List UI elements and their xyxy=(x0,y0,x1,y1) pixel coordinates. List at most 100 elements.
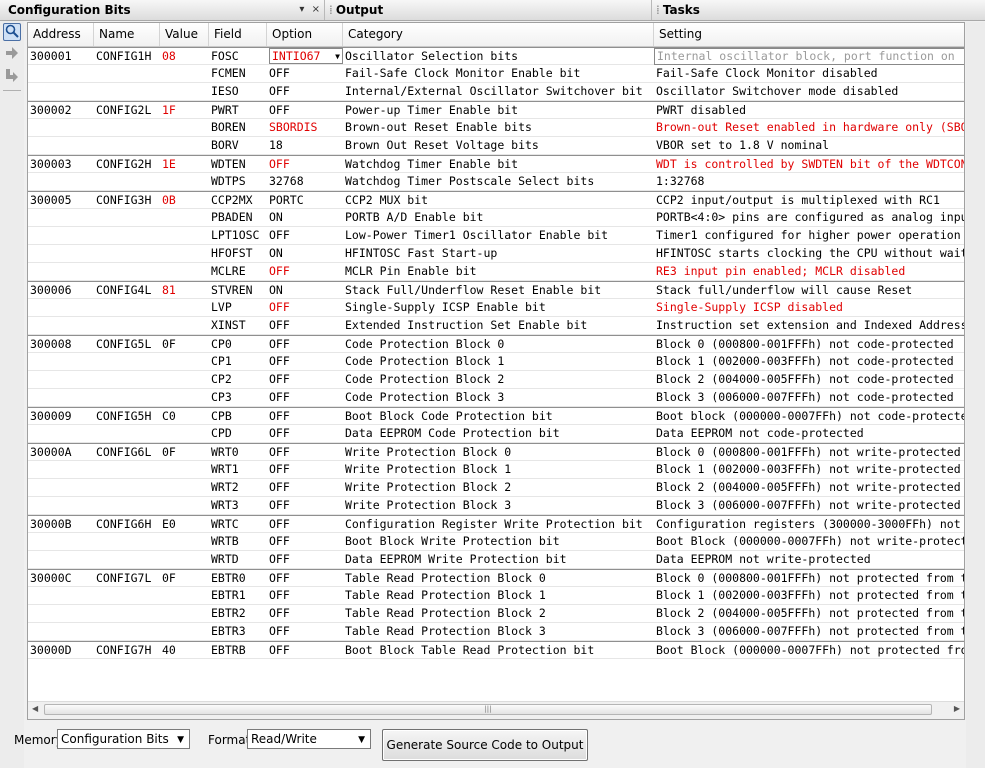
cell-option[interactable]: ON xyxy=(267,245,343,262)
cell-value[interactable] xyxy=(160,605,209,622)
table-row[interactable]: IESO OFF Internal/External Oscillator Swit… xyxy=(28,83,964,101)
table-row[interactable]: CPD OFF Data EEPROM Code Protection bit Dat… xyxy=(28,425,964,443)
cell-option[interactable]: OFF xyxy=(267,156,343,173)
table-row[interactable]: 300005 CONFIG3H 0B CCP2MX PORTC CCP2 MUX bit C… xyxy=(28,191,964,209)
cell-option[interactable]: OFF xyxy=(267,102,343,119)
cell-option[interactable]: ON xyxy=(267,209,343,226)
cell-value[interactable]: E0 xyxy=(160,516,209,533)
cell-option[interactable]: PORTC xyxy=(267,192,343,209)
cell-value[interactable] xyxy=(160,317,209,334)
cell-option[interactable]: OFF xyxy=(267,317,343,334)
cell-option[interactable]: OFF xyxy=(267,336,343,353)
cell-value[interactable]: 1F xyxy=(160,102,209,119)
cell-option[interactable]: OFF xyxy=(267,642,343,659)
column-header-option[interactable]: Option xyxy=(267,23,343,46)
cell-option[interactable]: SBORDIS xyxy=(267,119,343,136)
tab-configuration-bits[interactable]: Configuration Bits ▾ × xyxy=(0,0,325,20)
cell-option[interactable]: OFF xyxy=(267,533,343,550)
cell-value[interactable]: 0F xyxy=(160,444,209,461)
cell-value[interactable] xyxy=(160,353,209,370)
tab-tasks[interactable]: ⁞ Tasks xyxy=(652,0,985,20)
table-row[interactable]: 300003 CONFIG2H 1E WDTEN OFF Watchdog Timer E… xyxy=(28,155,964,173)
column-header-address[interactable]: Address xyxy=(28,23,94,46)
table-row[interactable]: WRTD OFF Data EEPROM Write Protection bit D… xyxy=(28,551,964,569)
table-row[interactable]: CP1 OFF Code Protection Block 1 Block 1 (00… xyxy=(28,353,964,371)
cell-value[interactable]: 0B xyxy=(160,192,209,209)
table-row[interactable]: WRTB OFF Boot Block Write Protection bit Bo… xyxy=(28,533,964,551)
cell-value[interactable] xyxy=(160,587,209,604)
table-row[interactable]: WRT2 OFF Write Protection Block 2 Block 2 (… xyxy=(28,479,964,497)
table-row[interactable]: 300009 CONFIG5H C0 CPB OFF Boot Block Code Pr… xyxy=(28,407,964,425)
table-row[interactable]: 300006 CONFIG4L 81 STVREN ON Stack Full/Under… xyxy=(28,281,964,299)
cell-option[interactable]: OFF xyxy=(267,83,343,100)
cell-value[interactable]: 0F xyxy=(160,336,209,353)
column-header-category[interactable]: Category xyxy=(343,23,654,46)
table-row[interactable]: 300001 CONFIG1H 08 FOSC INTIO67 ▼ Oscillator S… xyxy=(28,47,964,65)
cell-value[interactable] xyxy=(160,371,209,388)
cell-value[interactable]: 81 xyxy=(160,282,209,299)
cell-value[interactable] xyxy=(160,263,209,280)
cell-value[interactable] xyxy=(160,461,209,478)
cell-option[interactable]: OFF xyxy=(267,444,343,461)
cell-value[interactable]: C0 xyxy=(160,408,209,425)
cell-value[interactable] xyxy=(160,623,209,640)
arrow-right-icon[interactable] xyxy=(3,45,21,63)
cell-value[interactable] xyxy=(160,389,209,406)
cell-option[interactable]: OFF xyxy=(267,227,343,244)
format-select[interactable]: Read/Write ▼ xyxy=(247,729,371,749)
table-row[interactable]: EBTR2 OFF Table Read Protection Block 2 Blo… xyxy=(28,605,964,623)
table-row[interactable]: 300008 CONFIG5L 0F CP0 OFF Code Protection Bl… xyxy=(28,335,964,353)
table-row[interactable]: BORV 18 Brown Out Reset Voltage bits VBOR s… xyxy=(28,137,964,155)
table-row[interactable]: 30000D CONFIG7H 40 EBTRB OFF Boot Block Table… xyxy=(28,641,964,659)
column-header-name[interactable]: Name xyxy=(94,23,160,46)
option-select[interactable]: INTIO67 ▼ xyxy=(269,48,343,64)
cell-value[interactable] xyxy=(160,479,209,496)
cell-value[interactable] xyxy=(160,299,209,316)
cell-value[interactable] xyxy=(160,245,209,262)
cell-value[interactable] xyxy=(160,83,209,100)
cell-option[interactable]: OFF xyxy=(267,65,343,82)
table-row[interactable]: 30000C CONFIG7L 0F EBTR0 OFF Table Read Prote… xyxy=(28,569,964,587)
cell-value[interactable] xyxy=(160,533,209,550)
table-row[interactable]: LPT1OSC OFF Low-Power Timer1 Oscillator En… xyxy=(28,227,964,245)
cell-option[interactable]: OFF xyxy=(267,479,343,496)
cell-option[interactable]: OFF xyxy=(267,389,343,406)
table-row[interactable]: CP3 OFF Code Protection Block 3 Block 3 (00… xyxy=(28,389,964,407)
cell-option[interactable]: OFF xyxy=(267,263,343,280)
table-row[interactable]: EBTR3 OFF Table Read Protection Block 3 Blo… xyxy=(28,623,964,641)
table-row[interactable]: LVP OFF Single-Supply ICSP Enable bit Singl… xyxy=(28,299,964,317)
cell-option[interactable]: OFF xyxy=(267,516,343,533)
cell-option[interactable]: OFF xyxy=(267,299,343,316)
cell-option[interactable]: OFF xyxy=(267,425,343,442)
table-row[interactable]: MCLRE OFF MCLR Pin Enable bit RE3 input pin… xyxy=(28,263,964,281)
cell-value[interactable] xyxy=(160,137,209,154)
column-header-field[interactable]: Field xyxy=(209,23,267,46)
scroll-left-icon[interactable]: ◀ xyxy=(32,704,38,713)
table-row[interactable]: 30000B CONFIG6H E0 WRTC OFF Configuration Reg… xyxy=(28,515,964,533)
cell-option[interactable]: OFF xyxy=(267,353,343,370)
cell-option[interactable]: OFF xyxy=(267,623,343,640)
cell-value[interactable] xyxy=(160,173,209,190)
cell-value[interactable]: 0F xyxy=(160,570,209,587)
cell-value[interactable] xyxy=(160,119,209,136)
pin-icon[interactable]: ▾ xyxy=(299,4,304,15)
table-row[interactable]: EBTR1 OFF Table Read Protection Block 1 Blo… xyxy=(28,587,964,605)
cell-option[interactable]: OFF xyxy=(267,570,343,587)
search-icon[interactable] xyxy=(3,23,21,41)
cell-option[interactable]: OFF xyxy=(267,587,343,604)
table-row[interactable]: HFOFST ON HFINTOSC Fast Start-up HFINTOSC s… xyxy=(28,245,964,263)
cell-value[interactable] xyxy=(160,425,209,442)
scroll-right-icon[interactable]: ▶ xyxy=(954,704,960,713)
horizontal-scrollbar[interactable]: ◀ ||| ▶ xyxy=(28,701,964,719)
cell-option[interactable]: OFF xyxy=(267,497,343,514)
cell-option[interactable]: OFF xyxy=(267,371,343,388)
table-row[interactable]: WRT3 OFF Write Protection Block 3 Block 3 (… xyxy=(28,497,964,515)
table-row[interactable]: BOREN SBORDIS Brown-out Reset Enable bits B… xyxy=(28,119,964,137)
close-icon[interactable]: × xyxy=(312,4,320,15)
cell-option[interactable]: OFF xyxy=(267,605,343,622)
arrow-down-right-icon[interactable] xyxy=(3,67,21,85)
table-row[interactable]: 300002 CONFIG2L 1F PWRT OFF Power-up Timer En… xyxy=(28,101,964,119)
table-row[interactable]: CP2 OFF Code Protection Block 2 Block 2 (00… xyxy=(28,371,964,389)
column-header-setting[interactable]: Setting xyxy=(654,23,964,46)
scrollbar-thumb[interactable]: ||| xyxy=(44,704,932,715)
